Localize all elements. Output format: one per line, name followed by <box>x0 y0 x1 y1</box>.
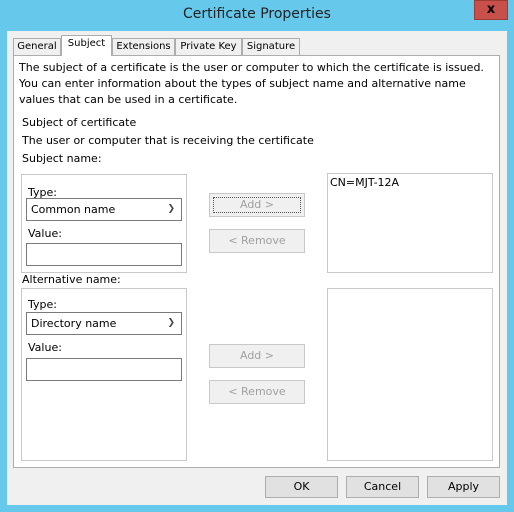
tab-private-key[interactable]: Private Key <box>175 38 242 56</box>
chevron-down-icon: ❯ <box>167 318 175 328</box>
tab-general[interactable]: General <box>13 38 61 56</box>
alternative-add-button[interactable]: Add > <box>209 344 305 368</box>
apply-button[interactable]: Apply <box>427 476 500 498</box>
subject-list-item[interactable]: CN=MJT-12A <box>330 176 490 189</box>
alternative-name-label: Alternative name: <box>22 273 121 286</box>
subject-name-label: Subject name: <box>22 152 102 165</box>
window-title: Certificate Properties <box>183 6 331 22</box>
subject-value-input[interactable] <box>26 243 182 266</box>
alternative-type-select[interactable]: Directory name ❯ <box>26 312 182 335</box>
alternative-remove-button[interactable]: < Remove <box>209 380 305 404</box>
subject-value-label: Value: <box>28 227 62 240</box>
subject-list[interactable]: CN=MJT-12A <box>327 173 493 273</box>
subject-remove-button[interactable]: < Remove <box>209 229 305 253</box>
alternative-type-value: Directory name <box>31 317 117 330</box>
close-button[interactable]: x <box>474 0 508 20</box>
ok-button[interactable]: OK <box>265 476 338 498</box>
tab-extensions[interactable]: Extensions <box>112 38 175 56</box>
section-title: Subject of certificate <box>22 116 137 129</box>
close-icon: x <box>486 2 496 17</box>
section-subtitle: The user or computer that is receiving t… <box>22 134 314 147</box>
alternative-list[interactable] <box>327 288 493 461</box>
subject-type-select[interactable]: Common name ❯ <box>26 198 182 221</box>
subject-add-button[interactable]: Add > <box>209 193 305 217</box>
chevron-down-icon: ❯ <box>167 204 175 214</box>
tab-signature[interactable]: Signature <box>242 38 300 56</box>
alternative-type-label: Type: <box>28 298 57 311</box>
tab-subject[interactable]: Subject <box>61 35 112 56</box>
cancel-button[interactable]: Cancel <box>346 476 419 498</box>
subject-type-value: Common name <box>31 203 116 216</box>
description-text: The subject of a certificate is the user… <box>19 61 484 106</box>
focus-rectangle <box>213 197 301 213</box>
alternative-value-input[interactable] <box>26 358 182 381</box>
alternative-value-label: Value: <box>28 341 62 354</box>
